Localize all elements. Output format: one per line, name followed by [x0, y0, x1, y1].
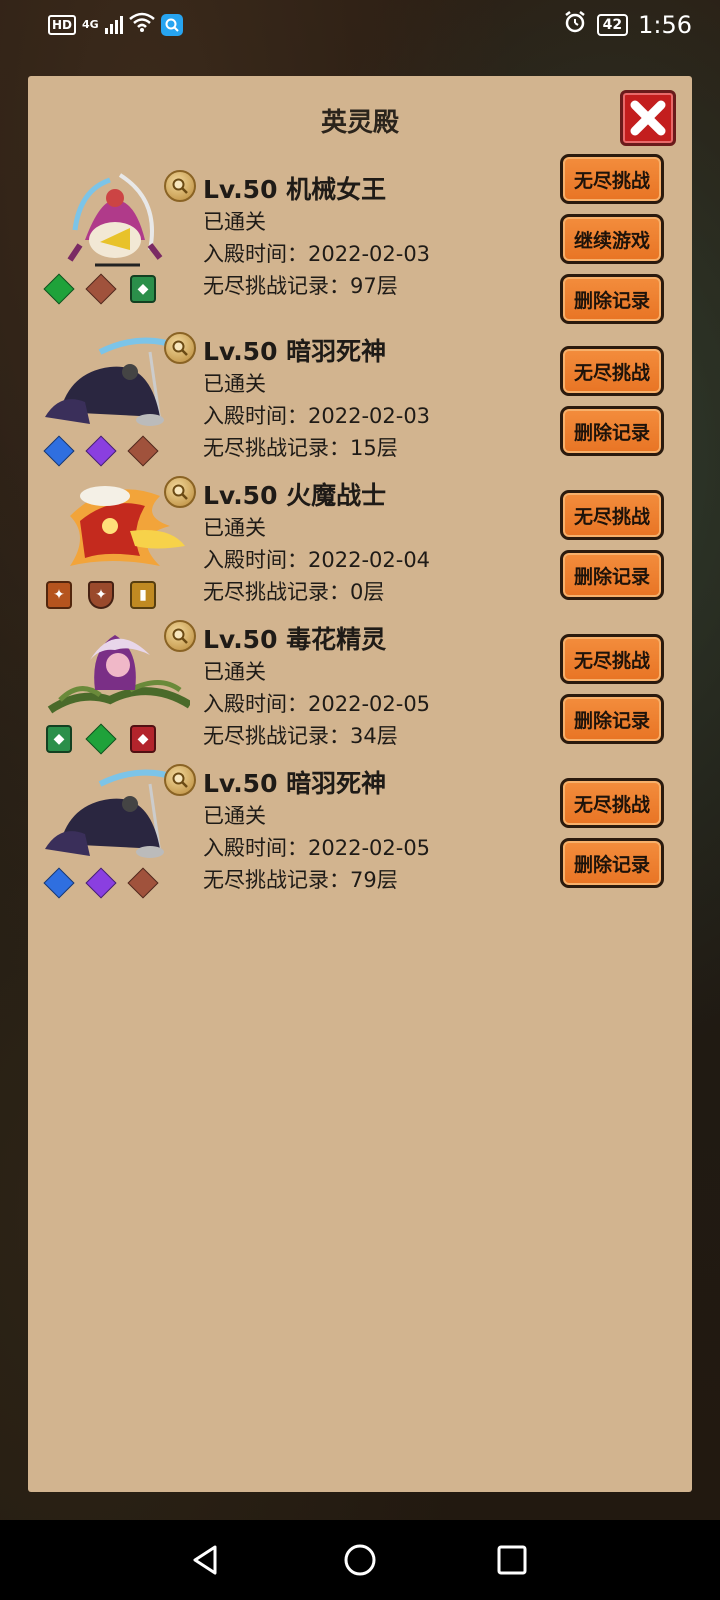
hero-status: 已通关 [203, 516, 266, 540]
navigation-bar [0, 1520, 720, 1600]
endless-challenge-button[interactable]: 无尽挑战 [560, 154, 664, 204]
hero-name: Lv.50 暗羽死神 [203, 337, 387, 366]
hall-of-heroes-dialog: 英灵殿 ◆ Lv.50 机械女王 已通关 入殿时间：2022-02-03 无尽挑… [28, 76, 692, 1492]
magnifier-icon[interactable] [164, 620, 196, 652]
purple-gem-icon [85, 867, 117, 899]
alarm-icon [563, 10, 587, 40]
clock: 1:56 [638, 11, 692, 39]
recents-nav-button[interactable] [492, 1540, 532, 1580]
hero-entry: ◆ Lv.50 机械女王 已通关 入殿时间：2022-02-03 无尽挑战记录：… [28, 154, 692, 324]
dialog-title: 英灵殿 [320, 108, 399, 138]
brown-shield-rune-icon: ✦ [86, 580, 116, 610]
brown-gem-icon [127, 435, 159, 467]
hero-name: Lv.50 机械女王 [203, 175, 387, 204]
recents-square-icon [497, 1545, 527, 1575]
hero-status: 已通关 [203, 210, 266, 234]
delete-record-button[interactable]: 删除记录 [560, 406, 664, 456]
gem-list [43, 867, 159, 899]
hero-enter-time: 入殿时间：2022-02-03 [203, 404, 431, 428]
orange-rune-card-icon: ✦ [44, 580, 74, 610]
hero-endless-record: 无尽挑战记录：0层 [203, 580, 385, 604]
magnifier-icon[interactable] [164, 170, 196, 202]
wifi-icon [128, 12, 155, 38]
delete-record-button[interactable]: 删除记录 [560, 550, 664, 600]
continue-game-button[interactable]: 继续游戏 [560, 214, 664, 264]
home-nav-button[interactable] [340, 1540, 380, 1580]
hero-entry: ✦ ✦ ▮ Lv.50 火魔战士 已通关 入殿时间：2022-02-04 无尽挑… [28, 476, 692, 626]
green-rune-card-icon: ◆ [44, 724, 74, 754]
battery-icon: 42 [596, 14, 629, 36]
hd-icon: HD [48, 15, 77, 35]
magnifier-icon[interactable] [164, 764, 196, 796]
red-rune-card-icon: ◆ [128, 724, 158, 754]
delete-record-button[interactable]: 删除记录 [560, 274, 664, 324]
hero-enter-time: 入殿时间：2022-02-05 [203, 836, 431, 860]
delete-record-button[interactable]: 删除记录 [560, 838, 664, 888]
magnifier-icon[interactable] [164, 476, 196, 508]
signal-icon [104, 16, 123, 34]
green-gem-icon [43, 273, 75, 305]
status-bar: HD 4G 42 1:56 [0, 0, 720, 48]
hero-status: 已通关 [203, 660, 266, 684]
hero-entry: Lv.50 暗羽死神 已通关 入殿时间：2022-02-03 无尽挑战记录：15… [28, 332, 692, 482]
gold-rune-card-icon: ▮ [128, 580, 158, 610]
hero-entry: ◆ ◆ Lv.50 毒花精灵 已通关 入殿时间：2022-02-05 无尽挑战记… [28, 620, 692, 770]
hero-enter-time: 入殿时间：2022-02-05 [203, 692, 431, 716]
green-gem-icon [85, 723, 117, 755]
hero-endless-record: 无尽挑战记录：34层 [203, 724, 398, 748]
delete-record-button[interactable]: 删除记录 [560, 694, 664, 744]
gem-list: ◆ [43, 273, 158, 305]
back-nav-button[interactable] [186, 1540, 226, 1580]
hero-enter-time: 入殿时间：2022-02-04 [203, 548, 431, 572]
endless-challenge-button[interactable]: 无尽挑战 [560, 490, 664, 540]
hero-entry: Lv.50 暗羽死神 已通关 入殿时间：2022-02-05 无尽挑战记录：79… [28, 764, 692, 914]
endless-challenge-button[interactable]: 无尽挑战 [560, 346, 664, 396]
brown-gem-icon [85, 273, 117, 305]
back-triangle-icon [193, 1545, 217, 1575]
hero-name: Lv.50 毒花精灵 [203, 625, 387, 654]
hero-name: Lv.50 火魔战士 [203, 481, 387, 510]
endless-challenge-button[interactable]: 无尽挑战 [560, 778, 664, 828]
hero-status: 已通关 [203, 372, 266, 396]
purple-gem-icon [85, 435, 117, 467]
gem-list: ◆ ◆ [44, 723, 158, 755]
brown-gem-icon [127, 867, 159, 899]
endless-challenge-button[interactable]: 无尽挑战 [560, 634, 664, 684]
hero-endless-record: 无尽挑战记录：79层 [203, 868, 398, 892]
home-circle-icon [344, 1544, 376, 1576]
gem-list [43, 435, 159, 467]
hero-status: 已通关 [203, 804, 266, 828]
hero-endless-record: 无尽挑战记录：15层 [203, 436, 398, 460]
green-rune-card-icon: ◆ [128, 274, 158, 304]
hero-endless-record: 无尽挑战记录：97层 [203, 274, 398, 298]
hero-name: Lv.50 暗羽死神 [203, 769, 387, 798]
close-button[interactable] [620, 90, 676, 146]
blue-gem-icon [43, 435, 75, 467]
search-app-icon [160, 14, 183, 36]
magnifier-icon[interactable] [164, 332, 196, 364]
blue-gem-icon [43, 867, 75, 899]
gem-list: ✦ ✦ ▮ [44, 580, 158, 610]
hero-enter-time: 入殿时间：2022-02-03 [203, 242, 431, 266]
close-x-icon [630, 100, 666, 136]
network-type: 4G [82, 18, 99, 31]
